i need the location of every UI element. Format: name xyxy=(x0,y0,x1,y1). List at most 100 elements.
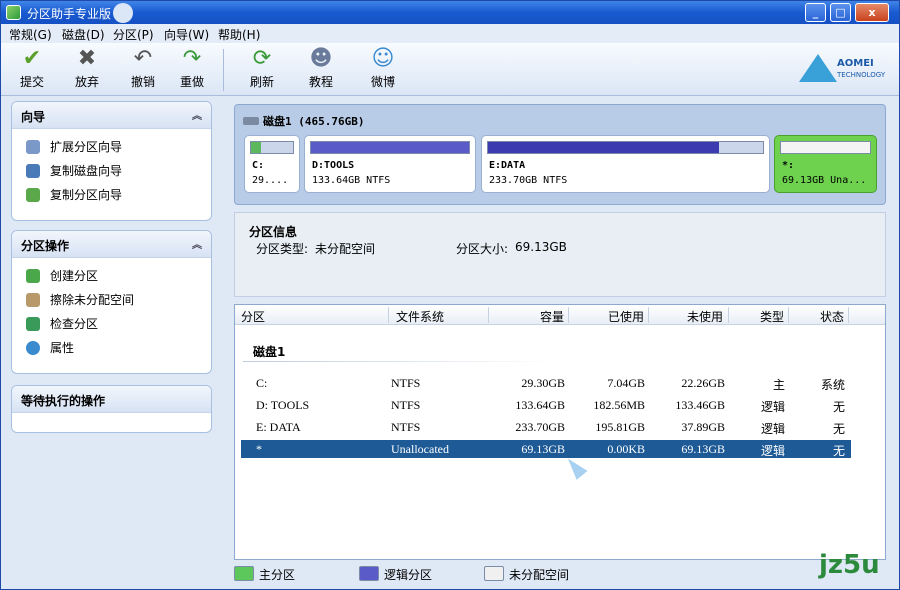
col-capacity[interactable]: 容量 xyxy=(540,308,564,325)
op-check-partition[interactable]: 检查分区 xyxy=(12,312,211,336)
op-wipe-unallocated[interactable]: 擦除未分配空间 xyxy=(12,288,211,312)
check-icon: ✔ xyxy=(22,46,42,71)
weibo-icon: ☺ xyxy=(371,46,395,71)
wizard-panel-header[interactable]: 向导 ︽ xyxy=(12,102,211,129)
partition-block-unallocated[interactable]: *: 69.13GB Una... xyxy=(774,135,877,193)
menu-help[interactable]: 帮助(H) xyxy=(218,26,260,43)
partition-table: 分区 文件系统 容量 已使用 未使用 类型 状态 磁盘1 C: NTFS 29.… xyxy=(234,304,886,560)
tutorial-icon: ☻ xyxy=(309,46,333,71)
minimize-button[interactable]: _ xyxy=(805,3,826,22)
disk-title: 磁盘1 (465.76GB) xyxy=(243,113,364,129)
table-row-selected[interactable]: * Unallocated 69.13GB 0.00KB 69.13GB 逻辑 … xyxy=(241,440,851,458)
hard-disk-icon xyxy=(243,117,259,125)
toolbar-undo-button[interactable]: ↶ 撤销 xyxy=(121,47,165,90)
col-used[interactable]: 已使用 xyxy=(608,308,644,325)
wizard-panel: 向导 ︽ 扩展分区向导 复制磁盘向导 复制分区向导 xyxy=(11,101,212,221)
watermark: jz5u xyxy=(819,550,880,580)
group-divider xyxy=(243,361,555,362)
partition-usage-bar xyxy=(310,141,470,154)
col-unused[interactable]: 未使用 xyxy=(687,308,723,325)
wizard-copy-disk[interactable]: 复制磁盘向导 xyxy=(12,159,211,183)
aomei-logo: AOMEI TECHNOLOGY xyxy=(799,54,889,84)
menu-disk[interactable]: 磁盘(D) xyxy=(62,26,105,43)
partition-type-label: 分区类型: xyxy=(256,242,309,256)
col-divider[interactable] xyxy=(648,307,649,323)
disk-group-label: 磁盘1 xyxy=(253,345,286,359)
col-divider[interactable] xyxy=(788,307,789,323)
partition-size-label: 分区大小: xyxy=(456,242,509,256)
menu-wizard[interactable]: 向导(W) xyxy=(164,26,209,43)
col-filesystem[interactable]: 文件系统 xyxy=(396,308,444,325)
partition-ops-header[interactable]: 分区操作 ︽ xyxy=(12,231,211,258)
op-create-partition[interactable]: 创建分区 xyxy=(12,264,211,288)
collapse-chevron-icon[interactable]: ︽ xyxy=(192,236,202,251)
legend-swatch xyxy=(359,566,379,581)
toolbar-discard-button[interactable]: ✖ 放弃 xyxy=(65,47,109,90)
app-icon xyxy=(6,5,21,20)
pending-ops-header[interactable]: 等待执行的操作 xyxy=(12,386,211,413)
toolbar-redo-button[interactable]: ↷ 重做 xyxy=(170,47,214,90)
check-partition-icon xyxy=(26,317,40,331)
col-divider[interactable] xyxy=(848,307,849,323)
toolbar-refresh-button[interactable]: ⟳ 刷新 xyxy=(240,47,284,90)
partition-block-e[interactable]: E:DATA 233.70GB NTFS xyxy=(481,135,770,193)
table-row[interactable]: D: TOOLS NTFS 133.64GB 182.56MB 133.46GB… xyxy=(241,396,851,414)
refresh-icon: ⟳ xyxy=(252,46,272,71)
partition-usage-bar xyxy=(487,141,764,154)
partition-usage-bar xyxy=(250,141,294,154)
partition-usage-fill xyxy=(251,142,262,153)
maximize-button[interactable]: □ xyxy=(830,3,851,22)
op-properties[interactable]: 属性 xyxy=(12,336,211,360)
legend-swatch xyxy=(484,566,504,581)
legend-swatch xyxy=(234,566,254,581)
close-button[interactable]: x xyxy=(855,3,889,22)
copy-disk-icon xyxy=(26,164,40,178)
title-bar[interactable]: 分区助手专业版 _ □ x xyxy=(1,1,899,24)
partition-size-value: 69.13GB xyxy=(515,240,567,254)
toolbar-weibo-button[interactable]: ☺ 微博 xyxy=(361,47,405,90)
col-divider[interactable] xyxy=(728,307,729,323)
col-divider[interactable] xyxy=(488,307,489,323)
title-bubble-icon xyxy=(113,3,133,23)
pending-ops-panel: 等待执行的操作 xyxy=(11,385,212,433)
collapse-chevron-icon[interactable]: ︽ xyxy=(192,107,202,122)
col-divider[interactable] xyxy=(568,307,569,323)
col-divider[interactable] xyxy=(388,307,389,323)
partition-usage-fill xyxy=(311,142,469,153)
wizard-copy-partition[interactable]: 复制分区向导 xyxy=(12,183,211,207)
toolbar-tutorial-button[interactable]: ☻ 教程 xyxy=(299,47,343,90)
menu-general[interactable]: 常规(G) xyxy=(9,26,52,43)
partition-type-value: 未分配空间 xyxy=(315,242,376,256)
copy-partition-icon xyxy=(26,188,40,202)
undo-icon: ↶ xyxy=(133,46,153,71)
menu-bar: 常规(G) 磁盘(D) 分区(P) 向导(W) 帮助(H) xyxy=(1,24,899,43)
aomei-logo-icon xyxy=(799,54,837,82)
table-header: 分区 文件系统 容量 已使用 未使用 类型 状态 xyxy=(235,305,885,325)
partition-info-panel: 分区信息 分区类型: 未分配空间 分区大小: 69.13GB xyxy=(234,212,886,297)
info-icon xyxy=(26,341,40,355)
menu-partition[interactable]: 分区(P) xyxy=(113,26,154,43)
table-row[interactable]: E: DATA NTFS 233.70GB 195.81GB 37.89GB 逻… xyxy=(241,418,851,436)
app-window: 分区助手专业版 _ □ x 常规(G) 磁盘(D) 分区(P) 向导(W) 帮助… xyxy=(0,0,900,590)
redo-icon: ↷ xyxy=(182,46,202,71)
wizard-extend-partition[interactable]: 扩展分区向导 xyxy=(12,135,211,159)
toolbar-submit-button[interactable]: ✔ 提交 xyxy=(10,47,54,90)
partition-block-d[interactable]: D:TOOLS 133.64GB NTFS xyxy=(304,135,476,193)
col-type[interactable]: 类型 xyxy=(760,308,784,325)
disk-map: 磁盘1 (465.76GB) C: 29.... D:TOOLS 133.64G… xyxy=(234,104,886,205)
partition-block-c[interactable]: C: 29.... xyxy=(244,135,300,193)
toolbar-separator xyxy=(223,49,224,91)
create-partition-icon xyxy=(26,269,40,283)
col-partition[interactable]: 分区 xyxy=(241,308,265,325)
toolbar: ✔ 提交 ✖ 放弃 ↶ 撤销 ↷ 重做 ⟳ 刷新 ☻ 教程 ☺ 微博 AOMEI TECHNO… xyxy=(1,43,899,96)
col-status[interactable]: 状态 xyxy=(820,308,844,325)
partition-ops-panel: 分区操作 ︽ 创建分区 擦除未分配空间 检查分区 属性 xyxy=(11,230,212,374)
table-row[interactable]: C: NTFS 29.30GB 7.04GB 22.26GB 主 系统 xyxy=(241,374,851,392)
window-title: 分区助手专业版 xyxy=(27,7,112,21)
partition-usage-bar xyxy=(780,141,871,154)
partition-info-title: 分区信息 xyxy=(249,225,298,239)
partition-usage-fill xyxy=(488,142,719,153)
wipe-icon xyxy=(26,293,40,307)
extend-partition-icon xyxy=(26,140,40,154)
x-icon: ✖ xyxy=(77,46,97,71)
